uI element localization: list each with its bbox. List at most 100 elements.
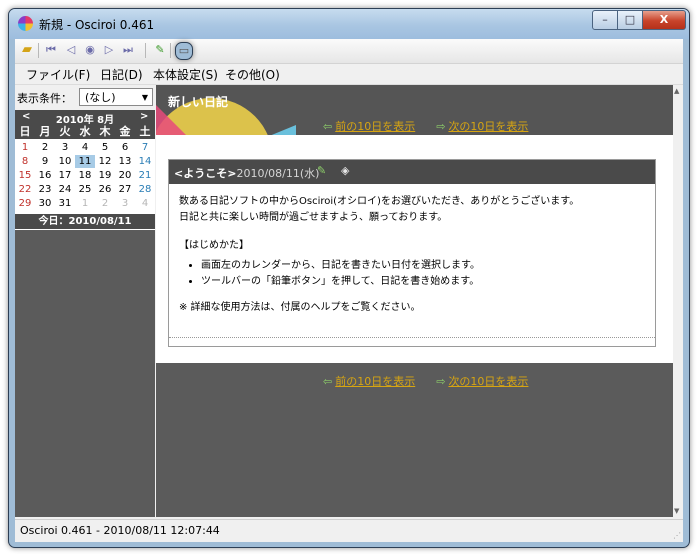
calendar-day[interactable]: 7: [135, 141, 155, 154]
next-icon[interactable]: ▷: [101, 42, 117, 58]
menu-other[interactable]: その他(O): [225, 66, 280, 83]
calendar-day[interactable]: 13: [115, 155, 135, 168]
calendar-month: 2010年 8月: [55, 115, 115, 126]
calendar-day[interactable]: 9: [35, 155, 55, 168]
menu-file[interactable]: ファイル(F): [26, 66, 90, 83]
menu-settings[interactable]: 本体設定(S): [153, 66, 218, 83]
filter-label: 表示条件：: [17, 92, 72, 105]
calendar-day[interactable]: 6: [115, 141, 135, 154]
diary-entry: <ようこそ> - 2010/08/11(水) ✎ ◈ 数ある日記ソフトの中からO…: [168, 159, 656, 347]
bottom-nav-links: ⇦ 前の10日を表示 ⇨ 次の10日を表示: [323, 373, 528, 389]
arrow-right-icon: ⇨: [436, 120, 446, 133]
entry-heading: 【はじめかた】: [179, 240, 249, 251]
toolbar-separator: [38, 43, 39, 58]
calendar-day[interactable]: 22: [15, 183, 35, 196]
entry-bullet: 画面左のカレンダーから、日記を書きたい日付を選択します。: [201, 258, 579, 274]
calendar-header: < 2010年 8月 >: [15, 110, 155, 126]
calendar-day-other-month[interactable]: 3: [115, 197, 135, 210]
calendar-day-other-month[interactable]: 4: [135, 197, 155, 210]
calendar-day[interactable]: 24: [55, 183, 75, 196]
pencil-icon[interactable]: ✎: [152, 42, 168, 58]
entry-divider: [169, 337, 655, 338]
calendar-day[interactable]: 5: [95, 141, 115, 154]
title-bar: 新規 - Osciroi 0.461 – □ X: [9, 9, 689, 39]
filter-value: (なし): [85, 91, 116, 104]
calendar-day[interactable]: 26: [95, 183, 115, 196]
prev-icon[interactable]: ◁: [63, 42, 79, 58]
calendar-day[interactable]: 18: [75, 169, 95, 182]
menu-diary[interactable]: 日記(D): [100, 66, 143, 83]
prev-10-days-link[interactable]: 前の10日を表示: [335, 375, 415, 388]
new-diary-title[interactable]: 新しい日記: [168, 93, 228, 110]
eraser-icon[interactable]: ◈: [341, 164, 349, 177]
calendar-day[interactable]: 21: [135, 169, 155, 182]
calendar-day[interactable]: 23: [35, 183, 55, 196]
calendar-day[interactable]: 3: [55, 141, 75, 154]
calendar-day[interactable]: 2: [35, 141, 55, 154]
next-10-days-link[interactable]: 次の10日を表示: [448, 375, 528, 388]
calendar-next-button[interactable]: >: [140, 111, 148, 122]
calendar-day[interactable]: 8: [15, 155, 35, 168]
calendar-day[interactable]: 27: [115, 183, 135, 196]
minimize-button[interactable]: –: [592, 10, 618, 30]
calendar-day[interactable]: 25: [75, 183, 95, 196]
first-icon[interactable]: ⏮: [43, 42, 59, 58]
entry-note: ※ 詳細な使用方法は、付属のヘルプをご覧ください。: [179, 302, 421, 313]
maximize-button[interactable]: □: [617, 10, 643, 30]
weekday-label: 土: [139, 125, 151, 138]
menu-bar: ファイル(F) 日記(D) 本体設定(S) その他(O): [15, 64, 683, 85]
next-10-days-link[interactable]: 次の10日を表示: [448, 120, 528, 133]
calendar-day[interactable]: 16: [35, 169, 55, 182]
calendar-day-other-month[interactable]: 1: [75, 197, 95, 210]
status-text: Osciroi 0.461 - 2010/08/11 12:07:44: [20, 524, 220, 537]
calendar-day[interactable]: 17: [55, 169, 75, 182]
entry-body: 数ある日記ソフトの中からOsciroi(オシロイ)をお選びいただき、ありがとうご…: [179, 194, 579, 316]
entry-text-line: 日記と共に楽しい時間が過ごせますよう、願っております。: [179, 212, 448, 223]
calendar-day[interactable]: 1: [15, 141, 35, 154]
window-icon[interactable]: ▭: [175, 42, 193, 60]
calendar-weekday-row: 日 月 火 水 木 金 土: [15, 125, 155, 139]
calendar-day[interactable]: 30: [35, 197, 55, 210]
entry-date: - 2010/08/11(水): [229, 167, 320, 180]
entry-bullet: ツールバーの「鉛筆ボタン」を押して、日記を書き始めます。: [201, 274, 579, 290]
calendar-day[interactable]: 12: [95, 155, 115, 168]
today-button[interactable]: 今日：2010/08/11: [15, 214, 155, 229]
chevron-down-icon: ▼: [141, 93, 148, 102]
prev-10-days-link[interactable]: 前の10日を表示: [335, 120, 415, 133]
toolbar-separator: [170, 43, 171, 58]
scroll-down-icon[interactable]: ▼: [674, 507, 679, 515]
arrow-right-icon: ⇨: [436, 375, 446, 388]
calendar-day[interactable]: 4: [75, 141, 95, 154]
window-title: 新規 - Osciroi 0.461: [39, 18, 155, 32]
calendar-day[interactable]: 28: [135, 183, 155, 196]
vertical-scrollbar[interactable]: ▲ ▼: [673, 85, 683, 517]
toolbar-separator: [145, 43, 146, 58]
calendar-day[interactable]: 29: [15, 197, 35, 210]
filter-select[interactable]: (なし) ▼: [79, 88, 153, 106]
edit-pencil-icon[interactable]: ✎: [317, 164, 326, 177]
app-window: 新規 - Osciroi 0.461 – □ X ▰ ⏮ ◁ ◉ ▷ ⏭ ✎ ▭…: [8, 8, 690, 548]
last-icon[interactable]: ⏭: [120, 42, 136, 58]
client-area: ▰ ⏮ ◁ ◉ ▷ ⏭ ✎ ▭ ファイル(F) 日記(D) 本体設定(S) その…: [15, 39, 683, 542]
resize-grip-icon[interactable]: ⋰: [673, 531, 681, 540]
top-nav-links: ⇦ 前の10日を表示 ⇨ 次の10日を表示: [323, 118, 528, 134]
scroll-up-icon[interactable]: ▲: [674, 87, 679, 95]
weekday-label: 金: [119, 125, 131, 138]
entry-title: <ようこそ>: [174, 167, 237, 180]
close-button[interactable]: X: [642, 10, 686, 30]
calendar-day-selected[interactable]: 11: [75, 155, 95, 168]
calendar-day[interactable]: 19: [95, 169, 115, 182]
entry-text-line: 数ある日記ソフトの中からOsciroi(オシロイ)をお選びいただき、ありがとうご…: [179, 196, 580, 207]
weekday-label: 木: [99, 125, 111, 138]
today-icon[interactable]: ◉: [82, 42, 98, 58]
calendar-day-other-month[interactable]: 2: [95, 197, 115, 210]
calendar: < 2010年 8月 > 日 月 火 水 木 金 土 1 2 3 4 5 6 7…: [15, 110, 155, 230]
calendar-day[interactable]: 15: [15, 169, 35, 182]
left-panel: 表示条件： (なし) ▼ < 2010年 8月 > 日 月 火 水 木 金 土 …: [15, 85, 155, 517]
folder-icon[interactable]: ▰: [19, 42, 35, 58]
calendar-day[interactable]: 31: [55, 197, 75, 210]
calendar-day[interactable]: 14: [135, 155, 155, 168]
calendar-day[interactable]: 10: [55, 155, 75, 168]
weekday-label: 火: [59, 125, 71, 138]
calendar-day[interactable]: 20: [115, 169, 135, 182]
